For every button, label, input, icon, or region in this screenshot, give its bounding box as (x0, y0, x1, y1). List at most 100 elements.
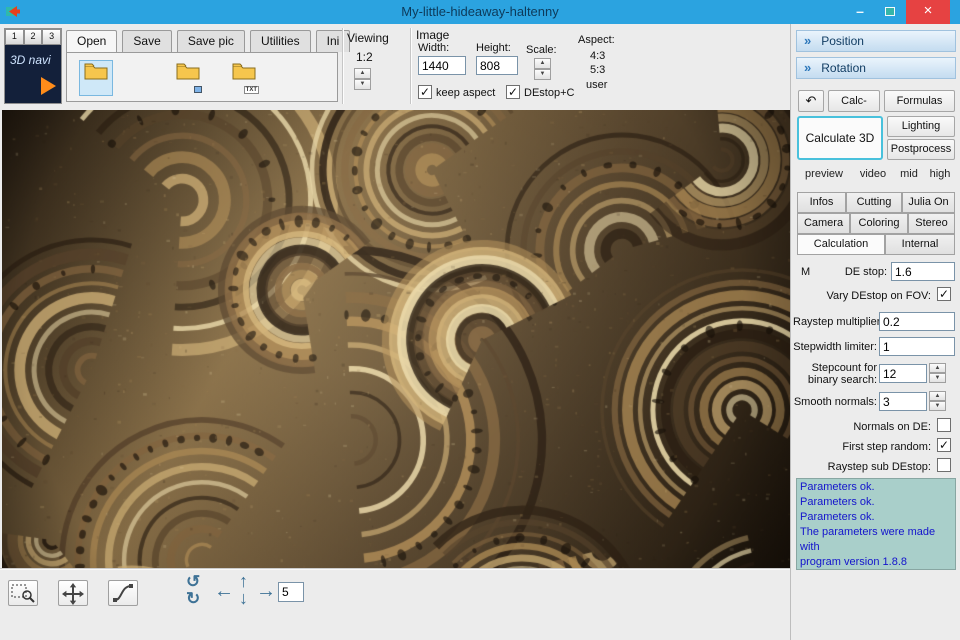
stepcount-spin-up-button[interactable]: ▲ (929, 363, 946, 373)
tab-stereo[interactable]: Stereo (908, 213, 955, 234)
rotation-header[interactable]: »Rotation (796, 57, 956, 79)
open-text-button[interactable]: TXT (227, 60, 261, 96)
rotate-down-button[interactable]: ↻ (186, 589, 200, 609)
tab-julia-on[interactable]: Julia On (902, 192, 955, 213)
navi-view-1-button[interactable]: 1 (5, 29, 24, 45)
stepwidth-limiter-label: Stepwidth limiter: (793, 341, 877, 353)
navi-panel: 1 2 3 3D navi (4, 28, 62, 104)
vary-destop-checkbox[interactable]: ✓ (937, 287, 951, 301)
normals-on-de-label: Normals on DE: (793, 421, 931, 433)
image-scale-label: Scale: (526, 44, 557, 56)
scale-spin-up-button[interactable]: ▲ (534, 58, 551, 69)
tab-internal[interactable]: Internal (885, 234, 955, 255)
stepcount-input[interactable] (879, 364, 927, 383)
step-size-input[interactable] (278, 582, 304, 602)
viewing-spinner: ▲ ▼ (354, 68, 371, 90)
tab-cutting[interactable]: Cutting (846, 192, 902, 213)
file-tabbar: Open Save Save pic Utilities Ini (66, 30, 352, 52)
image-height-input[interactable] (476, 56, 518, 75)
stepwidth-limiter-input[interactable] (879, 337, 955, 356)
toolbar-tab-ini[interactable]: Ini (316, 30, 351, 52)
tab-calculation[interactable]: Calculation (797, 234, 885, 255)
toolbar-tab-save-pic[interactable]: Save pic (177, 30, 245, 52)
destop-c-checkbox[interactable]: ✓ (506, 85, 520, 99)
quality-preview-button[interactable]: preview (799, 168, 849, 180)
maximize-icon (885, 7, 895, 16)
app-window: My-little-hideaway-haltenny – × 1 2 3 3D… (0, 0, 960, 640)
quality-video-button[interactable]: video (853, 168, 893, 180)
right-panel: » Position »Rotation ↶ Calc- Formulas Cal… (790, 24, 960, 640)
toolbar-tab-save[interactable]: Save (122, 30, 171, 52)
raystep-multiplier-input[interactable] (879, 312, 955, 331)
viewing-label: Viewing (347, 31, 389, 45)
smooth-spin-down-button[interactable]: ▼ (929, 401, 946, 411)
minimize-button[interactable]: – (846, 0, 874, 24)
maximize-button[interactable] (876, 0, 904, 24)
normals-on-de-checkbox[interactable] (937, 418, 951, 432)
navi-3d-button[interactable]: 3D navi (5, 45, 61, 103)
navi-view-strip: 1 2 3 (5, 29, 61, 45)
undo-button[interactable]: ↶ (798, 90, 824, 112)
calc-minus-button[interactable]: Calc- (828, 90, 880, 112)
quality-mid-button[interactable]: mid (895, 168, 923, 180)
smooth-spin-up-button[interactable]: ▲ (929, 391, 946, 401)
image-height-label: Height: (476, 42, 511, 54)
toolbar-tab-open[interactable]: Open (66, 30, 117, 52)
viewing-spin-down-button[interactable]: ▼ (354, 79, 371, 90)
navi-view-2-button[interactable]: 2 (24, 29, 43, 45)
curve-icon (112, 583, 134, 603)
calculate-3d-button[interactable]: Calculate 3D (797, 116, 883, 160)
stepcount-spin-down-button[interactable]: ▼ (929, 373, 946, 383)
status-line: Parameters ok. (800, 495, 952, 510)
navi-view-3-button[interactable]: 3 (42, 29, 61, 45)
scale-spin-down-button[interactable]: ▼ (534, 69, 551, 80)
smooth-normals-input[interactable] (879, 392, 927, 411)
image-width-label: Width: (418, 42, 449, 54)
tab-infos[interactable]: Infos (797, 192, 846, 213)
aspect-option-5-3[interactable]: 5:3 (590, 64, 605, 76)
raystep-sub-destop-checkbox[interactable] (937, 458, 951, 472)
close-button[interactable]: × (906, 0, 950, 24)
fractal-render[interactable] (2, 110, 790, 568)
toolbar-tab-utilities[interactable]: Utilities (250, 30, 311, 52)
quality-high-button[interactable]: high (925, 168, 955, 180)
move-right-button[interactable]: → (256, 580, 276, 603)
first-step-random-checkbox[interactable]: ✓ (937, 438, 951, 452)
check-icon: ✓ (939, 287, 949, 301)
navi-label: 3D navi (10, 53, 51, 67)
viewing-spin-up-button[interactable]: ▲ (354, 68, 371, 79)
aspect-option-4-3[interactable]: 4:3 (590, 50, 605, 62)
image-group-label: Image (416, 28, 449, 42)
first-step-random-label: First step random: (793, 441, 931, 453)
aspect-label: Aspect: (578, 34, 615, 46)
open-image-button[interactable] (171, 60, 205, 96)
toolbar-separator (342, 28, 344, 104)
aspect-option-user[interactable]: user (586, 79, 607, 91)
position-header-label: Position (821, 34, 864, 48)
destop-c-label: DEstop+C (524, 87, 574, 99)
smooth-normals-spinner: ▲ ▼ (929, 391, 946, 411)
check-icon: ✓ (508, 85, 518, 99)
open-parameters-button[interactable] (79, 60, 113, 96)
move-left-button[interactable]: ← (214, 580, 234, 603)
vary-destop-label: Vary DEstop on FOV: (793, 290, 931, 302)
postprocess-button[interactable]: Postprocess (887, 139, 955, 160)
zoom-select-button[interactable] (8, 580, 38, 606)
undo-icon: ↶ (806, 93, 817, 108)
zoom-select-icon (11, 583, 35, 603)
move-down-button[interactable]: ↓ (239, 588, 248, 609)
de-stop-input[interactable] (891, 262, 955, 281)
folder-open-icon (84, 61, 108, 81)
formulas-button[interactable]: Formulas (884, 90, 955, 112)
lighting-button[interactable]: Lighting (887, 116, 955, 137)
raystep-sub-destop-label: Raystep sub DEstop: (793, 461, 931, 473)
image-width-input[interactable] (418, 56, 466, 75)
titlebar[interactable]: My-little-hideaway-haltenny – × (0, 0, 960, 24)
tab-coloring[interactable]: Coloring (850, 213, 908, 234)
pan-button[interactable] (58, 580, 88, 606)
curve-button[interactable] (108, 580, 138, 606)
position-header[interactable]: » Position (796, 30, 956, 52)
keep-aspect-checkbox[interactable]: ✓ (418, 85, 432, 99)
chevron-right-icon: » (804, 33, 811, 48)
tab-camera[interactable]: Camera (797, 213, 850, 234)
